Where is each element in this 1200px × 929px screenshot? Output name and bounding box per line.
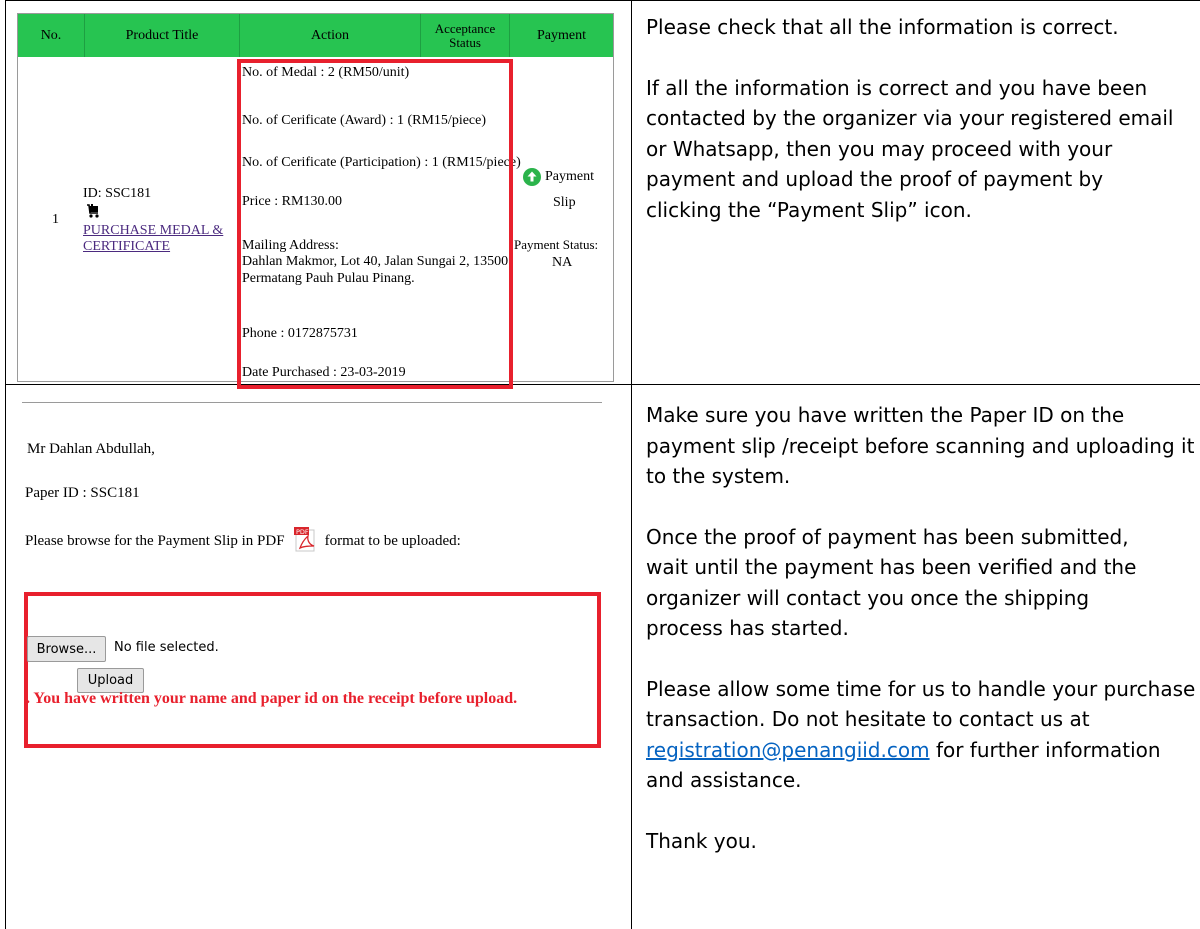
- product-id: ID: SSC181: [83, 186, 152, 201]
- grid-top-border: [5, 0, 1200, 1]
- grid-row-divider: [5, 384, 1200, 385]
- upload-panel-top-rule: [22, 402, 602, 403]
- pdf-file-icon: PDF: [293, 526, 319, 552]
- header-payment: Payment: [537, 27, 586, 43]
- payment-status-label: Payment Status:: [514, 237, 599, 252]
- instruction-contact: Please allow some time for us to handle …: [646, 674, 1198, 796]
- instructions-top: Please check that all the information is…: [646, 12, 1176, 255]
- header-no: No.: [40, 27, 62, 43]
- header-action: Action: [310, 27, 350, 43]
- document-page: No. Product Title Action Acceptance Stat…: [0, 0, 1200, 929]
- instruction-wait-text: Once the proof of payment has been submi…: [646, 524, 1137, 641]
- instruction-paper-id: Make sure you have written the Paper ID …: [646, 403, 1195, 488]
- instruction-wait: Once the proof of payment has been submi…: [646, 522, 1146, 644]
- purchase-medal-certificate-link[interactable]: PURCHASE MEDAL & CERTIFICATE: [83, 223, 233, 255]
- registration-email-link[interactable]: registration@penangiid.com: [646, 738, 930, 762]
- header-product-title: Product Title: [125, 27, 199, 43]
- browse-instruction-text-2: format to be uploaded:: [324, 533, 461, 549]
- file-status: No file selected.: [114, 640, 219, 655]
- greeting: Mr Dahlan Abdullah,: [27, 441, 155, 457]
- instruction-proceed: If all the information is correct and yo…: [646, 75, 1174, 222]
- instruction-contact-text-1: Please allow some time for us to handle …: [646, 676, 1196, 732]
- instruction-check: Please check that all the information is…: [646, 15, 1119, 39]
- browse-button[interactable]: Browse...: [27, 636, 106, 662]
- action-highlight-box: [237, 59, 513, 389]
- upload-arrow-icon[interactable]: [523, 168, 541, 186]
- shopping-cart-icon: [86, 203, 100, 219]
- grid-middle-border: [631, 0, 632, 929]
- product-table-header: No. Product Title Action Acceptance Stat…: [18, 14, 613, 57]
- upload-warning: 1. You have written your name and paper …: [24, 690, 518, 707]
- paper-id: Paper ID : SSC181: [25, 485, 140, 501]
- payment-status-value: NA: [552, 255, 573, 270]
- payment-slip-label-1[interactable]: Payment: [545, 169, 594, 185]
- payment-slip-label-2[interactable]: Slip: [553, 195, 576, 211]
- svg-text:PDF: PDF: [296, 528, 309, 536]
- instruction-thanks: Thank you.: [646, 828, 757, 853]
- instructions-bottom: Make sure you have written the Paper ID …: [646, 400, 1198, 886]
- browse-instruction-text-1: Please browse for the Payment Slip in PD…: [25, 533, 285, 549]
- grid-left-border: [5, 0, 6, 929]
- header-acceptance-status: Acceptance Status: [434, 20, 496, 50]
- row-number: 1: [52, 212, 59, 227]
- browse-instruction: Please browse for the Payment Slip in PD…: [25, 524, 461, 552]
